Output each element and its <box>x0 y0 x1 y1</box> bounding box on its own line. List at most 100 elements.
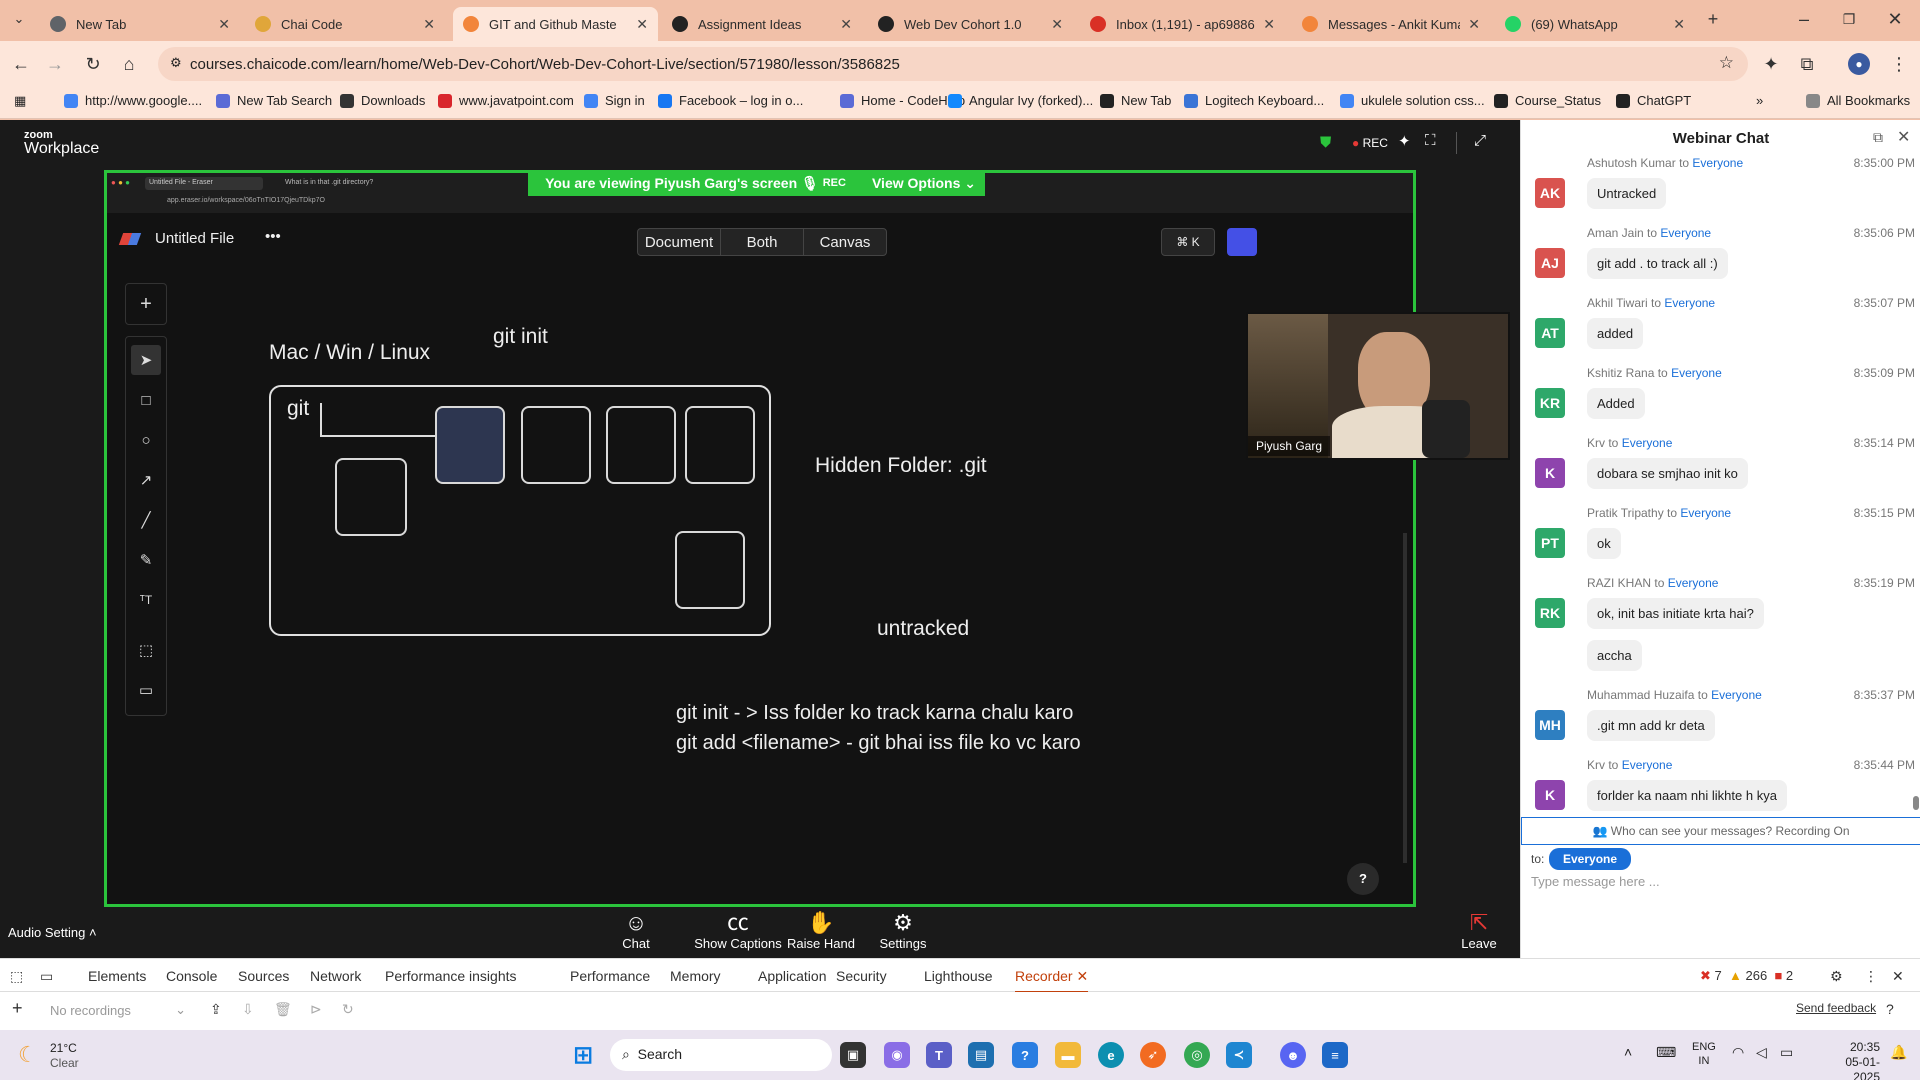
store-icon[interactable]: ▤ <box>968 1042 994 1068</box>
rectangle-icon[interactable]: □ <box>131 385 161 415</box>
devtools-tab-recorder[interactable]: Recorder ✕ <box>1015 968 1089 993</box>
help-button[interactable]: ? <box>1347 863 1379 895</box>
line-icon[interactable]: ╱ <box>131 505 161 535</box>
browser-tab[interactable]: Inbox (1,191) - ap69886@ ✕ <box>1080 7 1285 41</box>
back-icon[interactable]: ← <box>10 53 32 75</box>
language-indicator[interactable]: ENG IN <box>1692 1040 1716 1068</box>
more-options-icon[interactable]: ••• <box>265 228 281 245</box>
browser-tab[interactable]: Web Dev Cohort 1.0 ✕ <box>868 7 1073 41</box>
new-tab-icon[interactable]: + <box>1702 8 1724 30</box>
message-bubble[interactable]: git add . to track all :) <box>1587 248 1728 279</box>
close-window-icon[interactable]: ✕ <box>1884 8 1906 30</box>
weather-widget[interactable]: 21°C Clear <box>50 1041 79 1071</box>
webcam-video[interactable]: Piyush Garg <box>1246 312 1510 460</box>
import-icon[interactable]: ⇪ <box>210 1001 222 1018</box>
text-tool-icon[interactable]: ᵀT <box>131 585 161 615</box>
bookmark-item[interactable]: ChatGPT <box>1616 93 1691 108</box>
bookmark-item[interactable]: ukulele solution css... <box>1340 93 1485 108</box>
close-tab-icon[interactable]: ✕ <box>1263 16 1275 33</box>
popout-icon[interactable]: ⧉ <box>1873 129 1883 146</box>
bookmark-item[interactable]: New Tab <box>1100 93 1171 108</box>
devtools-tab-lighthouse[interactable]: Lighthouse <box>924 968 993 984</box>
forward-icon[interactable]: → <box>44 53 66 75</box>
message-bubble[interactable]: dobara se smjhao init ko <box>1587 458 1748 489</box>
bookmark-item[interactable]: www.javatpoint.com <box>438 93 574 108</box>
bookmark-item[interactable]: Logitech Keyboard... <box>1184 93 1324 108</box>
devtools-tab-console[interactable]: Console <box>166 968 217 984</box>
keyboard-icon[interactable]: ⌨ <box>1656 1044 1676 1061</box>
close-tab-icon[interactable]: ✕ <box>636 16 648 33</box>
clock[interactable]: 20:35 05-01-2025 <box>1820 1040 1880 1080</box>
bookmark-item[interactable]: Course_Status <box>1494 93 1601 108</box>
close-tab-icon[interactable]: ✕ <box>1673 16 1685 33</box>
bookmark-item[interactable]: Sign in <box>584 93 645 108</box>
help-app-icon[interactable]: ? <box>1012 1042 1038 1068</box>
select-arrow-icon[interactable]: ➤ <box>131 345 161 375</box>
restore-icon[interactable]: ❐ <box>1838 8 1860 30</box>
battery-icon[interactable]: ▭ <box>1780 1044 1793 1061</box>
close-tab-icon[interactable]: ✕ <box>218 16 230 33</box>
tab-search-icon[interactable]: ⌄ <box>8 8 30 30</box>
taskbar-search[interactable]: ⌕ Search <box>610 1039 832 1071</box>
vscode-icon[interactable]: ≺ <box>1226 1042 1252 1068</box>
windows-start-icon[interactable]: ⊞ <box>570 1042 596 1069</box>
discord-icon[interactable]: ☻ <box>1280 1042 1306 1068</box>
refresh-icon[interactable]: ↻ <box>342 1001 354 1018</box>
circle-icon[interactable]: ○ <box>131 425 161 455</box>
copilot-icon[interactable]: ◉ <box>884 1042 910 1068</box>
message-bubble[interactable]: Untracked <box>1587 178 1667 209</box>
settings-gear-icon[interactable]: ⚙ <box>1830 968 1843 985</box>
bookmark-star-icon[interactable]: ☆ <box>1719 53 1734 73</box>
zoom-control-chat[interactable]: ☺ Chat <box>591 910 681 951</box>
view-mode-document[interactable]: Document <box>637 228 721 256</box>
more-bookmarks-icon[interactable]: » <box>1756 93 1763 108</box>
frame-icon[interactable]: ⬚ <box>131 635 161 665</box>
file-title[interactable]: Untitled File <box>155 230 234 247</box>
message-input[interactable]: Type message here ... <box>1531 864 1911 944</box>
devtools-tab-memory[interactable]: Memory <box>670 968 721 984</box>
message-bubble[interactable]: forlder ka naam nhi likhte h kya <box>1587 780 1787 811</box>
audio-setting[interactable]: Audio Setting ˄ <box>8 925 97 940</box>
message-bubble[interactable]: accha <box>1587 640 1642 671</box>
browser-tab[interactable]: New Tab ✕ <box>40 7 240 41</box>
layout-icon[interactable]: ⛶ <box>1425 132 1436 149</box>
teams-icon[interactable]: T <box>926 1042 952 1068</box>
volume-icon[interactable]: ◁ <box>1756 1044 1767 1061</box>
task-view-icon[interactable]: ▣ <box>840 1042 866 1068</box>
close-devtools-icon[interactable]: ✕ <box>1892 968 1904 985</box>
devtools-tab-performance[interactable]: Performance <box>570 968 650 984</box>
site-info-icon[interactable]: ⚙ <box>170 55 182 71</box>
chat-scrollbar[interactable] <box>1913 796 1919 810</box>
close-tab-icon[interactable]: ✕ <box>423 16 435 33</box>
wifi-icon[interactable]: ◠ <box>1732 1044 1744 1061</box>
zoom-control-raise-hand[interactable]: ✋ Raise Hand <box>776 910 866 951</box>
bookmark-item[interactable]: Facebook – log in o... <box>658 93 803 108</box>
close-tab-icon[interactable]: ✕ <box>1468 16 1480 33</box>
inspect-icon[interactable]: ⬚ <box>10 968 23 985</box>
device-toggle-icon[interactable]: ▭ <box>40 968 53 985</box>
devtools-tab-sources[interactable]: Sources <box>238 968 289 984</box>
share-button[interactable] <box>1227 228 1257 256</box>
recordings-select[interactable]: No recordings ⌄ <box>40 998 192 1024</box>
more-icon[interactable]: ⋮ <box>1864 968 1878 985</box>
arrow-tool-icon[interactable]: ↗ <box>131 465 161 495</box>
file-explorer-icon[interactable]: ▬ <box>1055 1042 1081 1068</box>
close-chat-icon[interactable]: ✕ <box>1897 127 1910 147</box>
all-bookmarks[interactable]: All Bookmarks <box>1806 93 1910 108</box>
devtools-tab-security[interactable]: Security <box>836 968 887 984</box>
browser-tab[interactable]: GIT and Github Maste ✕ <box>453 7 658 41</box>
replay-icon[interactable]: ⊳ <box>310 1001 322 1018</box>
home-icon[interactable]: ⌂ <box>118 53 140 75</box>
weather-icon[interactable]: ☾ <box>18 1042 38 1068</box>
devtools-tab-network[interactable]: Network <box>310 968 361 984</box>
fullscreen-icon[interactable]: ⤢ <box>1474 132 1486 149</box>
ai-companion-icon[interactable]: ✦ <box>1398 132 1411 150</box>
message-bubble[interactable]: .git mn add kr deta <box>1587 710 1715 741</box>
profile-avatar[interactable]: ● <box>1848 53 1870 75</box>
reload-icon[interactable]: ↻ <box>82 53 104 75</box>
send-feedback-link[interactable]: Send feedback <box>1796 1001 1876 1015</box>
command-shortcut[interactable]: ⌘ K <box>1161 228 1215 256</box>
close-tab-icon[interactable]: ✕ <box>1051 16 1063 33</box>
delete-icon[interactable]: 🗑 <box>274 1001 292 1018</box>
add-icon[interactable]: + <box>125 283 167 325</box>
